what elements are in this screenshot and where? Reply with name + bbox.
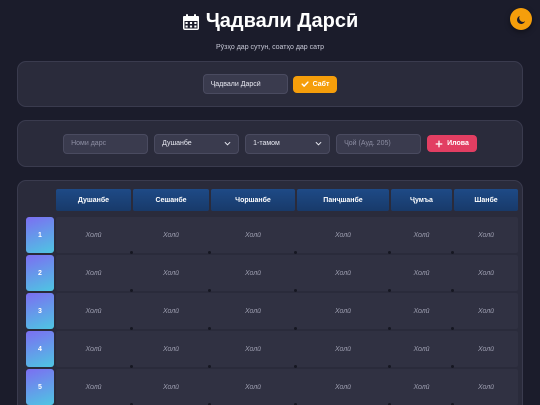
- schedule-cell[interactable]: Холӣ: [391, 369, 452, 405]
- schedule-cell[interactable]: Холӣ: [297, 217, 389, 253]
- add-button-label: Илова: [447, 140, 469, 147]
- schedule-cell[interactable]: Холӣ: [454, 369, 518, 405]
- add-lesson-panel: Номи дарс Душанбе 1-тамом Ҷой (Ауд. 205)…: [17, 120, 523, 167]
- page-header: Ҷадвали Дарсӣ Рӯзҳо дар сутун, соатҳо да…: [0, 10, 540, 51]
- schedule-cell[interactable]: Холӣ: [56, 293, 131, 329]
- schedule-cell[interactable]: Холӣ: [297, 331, 389, 367]
- plus-icon: [435, 140, 443, 147]
- schedule-cell[interactable]: Холӣ: [211, 331, 295, 367]
- schedule-cell[interactable]: Холӣ: [391, 331, 452, 367]
- save-button-label: Сабт: [312, 80, 330, 88]
- schedule-cell[interactable]: Холӣ: [56, 255, 131, 291]
- calendar-icon: [182, 13, 199, 30]
- schedule-cell[interactable]: Холӣ: [454, 217, 518, 253]
- day-header: Сешанбе: [133, 189, 209, 211]
- room-input[interactable]: Ҷой (Ауд. 205): [336, 133, 422, 154]
- day-header: Панҷшанбе: [297, 189, 389, 211]
- day-select-value: Душанбе: [162, 140, 192, 147]
- schedule-cell[interactable]: Холӣ: [56, 331, 131, 367]
- schedule-cell[interactable]: Холӣ: [133, 217, 209, 253]
- schedule-cell[interactable]: Холӣ: [133, 293, 209, 329]
- period-label: 2: [26, 255, 54, 291]
- schedule-cell[interactable]: Холӣ: [454, 255, 518, 291]
- schedule-cell[interactable]: Холӣ: [133, 369, 209, 405]
- day-header: Шанбе: [454, 189, 518, 211]
- schedule-cell[interactable]: Холӣ: [133, 331, 209, 367]
- period-label: 5: [26, 369, 54, 405]
- schedule-cell[interactable]: Холӣ: [391, 293, 452, 329]
- day-select[interactable]: Душанбе: [154, 133, 240, 154]
- save-panel: Ҷадвали Дарсӣ Сабт: [17, 61, 523, 107]
- check-icon: [301, 81, 309, 87]
- schedule-cell[interactable]: Холӣ: [297, 369, 389, 405]
- schedule-cell[interactable]: Холӣ: [297, 293, 389, 329]
- schedule-cell[interactable]: Холӣ: [56, 369, 131, 405]
- period-label: 1: [26, 217, 54, 253]
- page-title-text: Ҷадвали Дарсӣ: [205, 10, 359, 32]
- schedule-cell[interactable]: Холӣ: [211, 255, 295, 291]
- schedule-cell[interactable]: Холӣ: [133, 255, 209, 291]
- schedule-cell[interactable]: Холӣ: [391, 217, 452, 253]
- day-header: Душанбе: [56, 189, 131, 211]
- schedule-cell[interactable]: Холӣ: [454, 293, 518, 329]
- day-header: Чоршанбе: [211, 189, 295, 211]
- schedule-cell[interactable]: Холӣ: [391, 255, 452, 291]
- period-select[interactable]: 1-тамом: [245, 133, 331, 154]
- period-label: 4: [26, 331, 54, 367]
- page-title: Ҷадвали Дарсӣ: [182, 10, 359, 33]
- schedule-name-input[interactable]: Ҷадвали Дарсӣ: [202, 74, 288, 94]
- chevron-down-icon: [224, 141, 231, 146]
- save-button[interactable]: Сабт: [292, 75, 338, 93]
- schedule-cell[interactable]: Холӣ: [297, 255, 389, 291]
- chevron-down-icon: [315, 141, 322, 146]
- add-button[interactable]: Илова: [427, 135, 477, 152]
- schedule-cell[interactable]: Холӣ: [56, 217, 131, 253]
- page-subtitle: Рӯзҳо дар сутун, соатҳо дар сатр: [216, 43, 324, 51]
- schedule-cell[interactable]: Холӣ: [211, 217, 295, 253]
- schedule-cell[interactable]: Холӣ: [454, 331, 518, 367]
- schedule-cell[interactable]: Холӣ: [211, 369, 295, 405]
- schedule-table: Душанбе Сешанбе Чоршанбе Панҷшанбе Ҷумъа Шанб…: [17, 180, 523, 405]
- schedule-cell[interactable]: Холӣ: [211, 293, 295, 329]
- period-select-value: 1-тамом: [253, 140, 280, 147]
- day-header: Ҷумъа: [391, 189, 452, 211]
- lesson-name-input[interactable]: Номи дарс: [63, 133, 149, 154]
- period-label: 3: [26, 293, 54, 329]
